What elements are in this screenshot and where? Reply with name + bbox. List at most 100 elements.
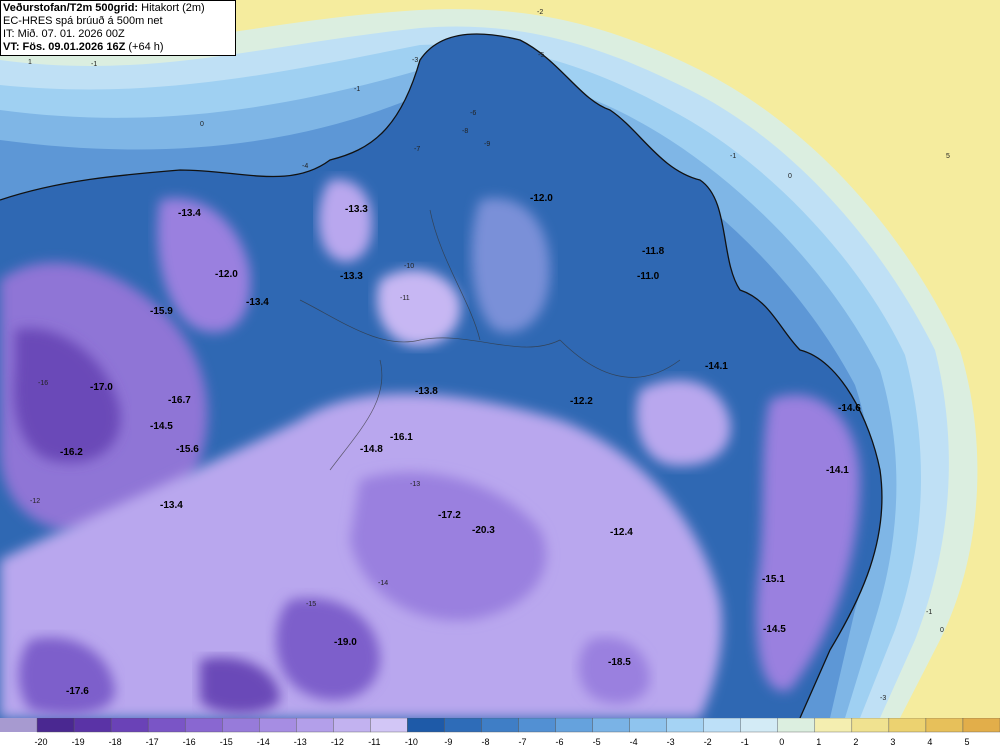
legend-tick-label: -7	[519, 737, 527, 747]
isotherm-label: -7	[414, 146, 420, 153]
valid-time: VT: Fös. 09.01.2026 16Z	[3, 41, 126, 53]
legend-swatch	[777, 718, 816, 733]
legend-tick-label: 0	[779, 737, 784, 747]
legend-swatch	[184, 718, 223, 733]
isotherm-label: -1	[730, 153, 736, 160]
legend-tick-label: -13	[294, 737, 307, 747]
temp-label: -13.3	[340, 271, 363, 282]
temp-label: -13.4	[178, 208, 201, 219]
init-time: IT: Mið. 07. 01. 2026 00Z	[3, 28, 125, 40]
isotherm-label: -8	[462, 128, 468, 135]
title-line: Veðurstofan/T2m 500grid: Hitakort (2m)	[3, 2, 233, 15]
legend-swatch	[703, 718, 741, 733]
legend-swatch	[259, 718, 297, 733]
isotherm-label: -6	[470, 110, 476, 117]
legend-tick-label: -6	[556, 737, 564, 747]
temp-label: -12.0	[530, 193, 553, 204]
temp-label: -18.5	[608, 657, 631, 668]
legend-swatch	[147, 718, 186, 733]
legend-tick-label: -12	[331, 737, 344, 747]
legend-tick-label: 2	[853, 737, 858, 747]
legend-swatch	[407, 718, 445, 733]
legend-tick-label: -5	[593, 737, 601, 747]
legend-tick-label: -15	[220, 737, 233, 747]
legend-swatch	[481, 718, 519, 733]
temp-label: -15.9	[150, 306, 173, 317]
legend-swatch	[925, 718, 964, 733]
legend-swatch	[73, 718, 112, 733]
temp-label: -15.6	[176, 444, 199, 455]
temp-label: -17.6	[66, 686, 89, 697]
isotherm-label: -12	[30, 498, 40, 505]
legend-swatch	[222, 718, 260, 733]
isotherm-label: 0	[788, 173, 792, 180]
temp-label: -16.1	[390, 432, 413, 443]
lead-time: (+64 h)	[128, 41, 164, 53]
legend-tick-label: -8	[481, 737, 489, 747]
legend-swatch	[888, 718, 927, 733]
temp-label: -14.5	[150, 421, 173, 432]
legend-tick-label: -10	[405, 737, 418, 747]
isotherm-label: -14	[378, 580, 388, 587]
isotherm-label: -1	[91, 61, 97, 68]
temp-label: -15.1	[762, 574, 785, 585]
isotherm-label: -3	[880, 695, 886, 702]
legend-swatch	[110, 718, 149, 733]
legend-swatch	[296, 718, 334, 733]
isotherm-label: -13	[410, 481, 420, 488]
temp-label: -14.1	[826, 465, 849, 476]
temp-label: -12.0	[215, 269, 238, 280]
legend-tick-label: 1	[816, 737, 821, 747]
legend-tick-label: -3	[667, 737, 675, 747]
legend-tick-label: -11	[368, 737, 380, 747]
product-subtitle: Hitakort (2m)	[141, 2, 205, 14]
legend-tick-label: -18	[109, 737, 122, 747]
legend-tick-label: 4	[927, 737, 932, 747]
valid-time-line: VT: Fös. 09.01.2026 16Z (+64 h)	[3, 41, 233, 54]
isotherm-label: 5	[946, 153, 950, 160]
legend-tick-label: -9	[444, 737, 452, 747]
isotherm-label: -2	[537, 9, 543, 16]
temperature-map: -13.4 -12.0 -13.4 -15.9 -17.0 -16.7 -14.…	[0, 0, 1000, 718]
legend-swatch	[518, 718, 556, 733]
isotherm-label: -4	[302, 163, 308, 170]
legend-swatch	[36, 718, 75, 733]
isotherm-label: 0	[940, 627, 944, 634]
legend-swatch	[962, 718, 1000, 733]
legend-swatch	[851, 718, 890, 733]
legend-tick-label: 5	[964, 737, 969, 747]
legend-tick-label: -14	[257, 737, 270, 747]
isotherm-label: -3	[412, 57, 418, 64]
isotherm-label: -11	[400, 295, 410, 302]
product-title: Veðurstofan/T2m 500grid:	[3, 2, 139, 14]
legend-tick-label: -17	[146, 737, 159, 747]
temp-label: -16.2	[60, 447, 83, 458]
legend-tick-label: -16	[183, 737, 196, 747]
temp-label: -13.3	[345, 204, 368, 215]
isotherm-label: 1	[28, 59, 32, 66]
isotherm-label: -15	[306, 601, 316, 608]
legend-tick-label: -4	[630, 737, 638, 747]
isotherm-label: -16	[38, 380, 48, 387]
temp-label: -11.0	[637, 271, 660, 282]
temp-label: -16.7	[168, 395, 191, 406]
model-line: EC-HRES spá brúuð á 500m net	[3, 15, 163, 27]
legend-swatch	[555, 718, 593, 733]
temp-label: -20.3	[472, 525, 495, 536]
temp-label: -19.0	[334, 637, 357, 648]
legend-swatch	[666, 718, 704, 733]
legend-swatch	[592, 718, 630, 733]
isotherm-label: -9	[484, 141, 490, 148]
legend-tick-label: -2	[704, 737, 712, 747]
forecast-info-box: Veðurstofan/T2m 500grid: Hitakort (2m) E…	[0, 0, 236, 56]
temp-label: -13.4	[246, 297, 269, 308]
temp-label: -11.8	[642, 246, 665, 257]
legend-swatch	[370, 718, 408, 733]
isotherm-label: 0	[200, 121, 204, 128]
temp-label: -12.4	[610, 527, 633, 538]
isotherm-label: -1	[354, 86, 360, 93]
legend-swatch	[333, 718, 371, 733]
isotherm-label: -10	[404, 263, 414, 270]
legend-swatch	[444, 718, 482, 733]
temp-label: -14.8	[360, 444, 383, 455]
